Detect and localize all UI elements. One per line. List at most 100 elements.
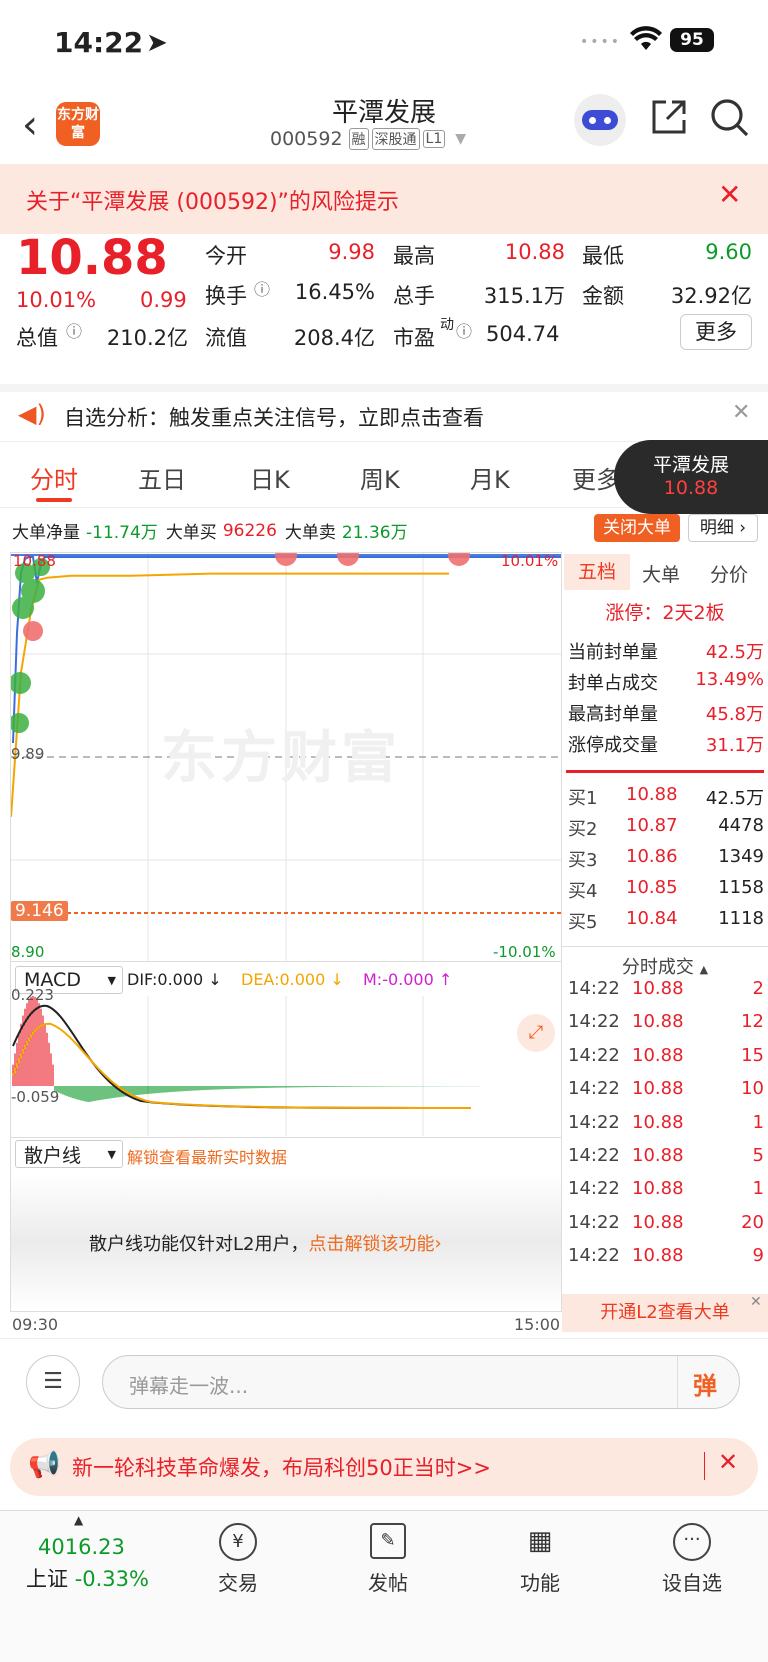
bottom-tab-bar: ▲ 4016.23 上证 -0.33% ¥ 交易 ✎ 发帖 ▦ 功能 ··· 设… (0, 1510, 768, 1662)
danmaku-button[interactable]: 弹 (693, 1366, 717, 1401)
expand-icon[interactable]: ⤢ (517, 1014, 555, 1052)
macd-panel[interactable]: MACD ▼ DIF:0.000 ↓ DEA:0.000 ↓ M:-0.000 ↑… (10, 962, 562, 1138)
risk-banner[interactable]: 关于“平潭发展 (000592)”的风险提示 ✕ (0, 164, 768, 234)
tab-intraday[interactable]: 分时 (30, 460, 78, 495)
tab-more[interactable]: 更多 (572, 460, 620, 495)
stat-value: 13.49% (695, 669, 764, 690)
limit-stat-row: 封单占成交 13.49% (568, 669, 764, 695)
open-label: 今开 (205, 244, 247, 268)
close-icon[interactable]: ✕ (718, 1448, 738, 1476)
close-icon[interactable]: ✕ (718, 178, 741, 211)
tab-price-dist[interactable]: 分价 (710, 560, 748, 587)
unlock-link[interactable]: 点击解锁该功能 (308, 1230, 434, 1256)
stock-code-row[interactable]: 000592 融 深股通 L1 ▼ (270, 128, 466, 150)
bid-row[interactable]: 买3 10.86 1349 (568, 846, 764, 872)
chevron-up-icon: ▲ (699, 963, 709, 976)
tick-volume: 15 (741, 1044, 764, 1066)
pe-value: 504.74 (486, 322, 560, 346)
intraday-chart[interactable]: 10.88 10.01% 9.89 9.146 8.90 -10.01% 东方财… (10, 552, 562, 962)
dea-value: DEA:0.000 ↓ (241, 970, 344, 989)
tag-level: L1 (422, 130, 446, 148)
low-value: 9.60 (705, 240, 752, 264)
tab-big-orders[interactable]: 大单 (642, 560, 680, 587)
bid-row[interactable]: 买1 10.88 42.5万 (568, 784, 764, 810)
nav-function-label: 功能 (520, 1571, 560, 1595)
bid-row[interactable]: 买4 10.85 1158 (568, 877, 764, 903)
quote-panel: 10.88 10.01% 0.99 今开 9.98 最高 10.88 最低 9.… (0, 230, 768, 384)
share-icon[interactable] (650, 98, 688, 140)
tab-weekly-k[interactable]: 周K (360, 460, 400, 495)
danmaku-input[interactable]: 弹幕走一波... 弹 (102, 1355, 740, 1409)
change-percent: 10.01% (16, 288, 97, 312)
stat-label: 封单占成交 (568, 673, 658, 694)
ticks-title[interactable]: 分时成交 ▲ (562, 946, 768, 979)
tick-volume: 12 (741, 1011, 764, 1033)
chart-bottom-pct: -10.01% (493, 943, 556, 961)
nav-function[interactable]: ▦ 功能 (480, 1523, 600, 1596)
tick-price: 10.88 (632, 1145, 684, 1166)
chart-top-pct: 10.01% (501, 552, 559, 570)
tick-row: 14:22 10.88 10 (568, 1078, 764, 1099)
change-amount: 0.99 (140, 288, 187, 312)
float-name: 平潭发展 (652, 454, 729, 476)
nav-post[interactable]: ✎ 发帖 (328, 1523, 448, 1596)
bid-volume: 4478 (718, 815, 764, 836)
tick-row: 14:22 10.88 1 (568, 1178, 764, 1199)
status-time: 14:22 (54, 26, 144, 59)
tab-five-levels[interactable]: 五档 (564, 554, 630, 590)
stat-value: 42.5万 (705, 642, 764, 663)
tick-price: 10.88 (632, 978, 684, 999)
detail-button[interactable]: 明细 › (688, 514, 758, 542)
floating-stock-tag[interactable]: 平潭发展 10.88 (614, 440, 768, 514)
ai-signal-bar[interactable]: ◀) 自选分析：触发重点关注信号，立即点击查看 ✕ (0, 384, 768, 442)
stat-label: 最高封单量 (568, 704, 658, 725)
nav-trade-label: 交易 (218, 1571, 258, 1595)
info-icon[interactable]: ⓘ (66, 318, 82, 342)
mcap-label: 总值 (16, 326, 58, 350)
index-box[interactable]: 4016.23 上证 -0.33% (26, 1535, 149, 1593)
divider (566, 770, 764, 773)
index-pct: -0.33% (74, 1567, 149, 1591)
location-icon: ➤ (146, 28, 168, 58)
close-icon[interactable]: ✕ (732, 400, 750, 425)
l2-upgrade-banner[interactable]: 开通L2查看大单 (562, 1294, 768, 1332)
robot-assistant-icon[interactable] (574, 94, 626, 146)
stat-value: 45.8万 (705, 704, 764, 725)
tick-price: 10.88 (632, 1044, 684, 1066)
comment-settings-icon[interactable]: ☰ (26, 1355, 80, 1409)
tab-5day[interactable]: 五日 (138, 460, 186, 495)
tick-price: 10.88 (632, 1011, 684, 1033)
bid-volume: 1349 (718, 846, 764, 867)
bid-row[interactable]: 买2 10.87 4478 (568, 815, 764, 841)
tick-time: 14:22 (568, 1145, 620, 1166)
close-icon[interactable]: ✕ (750, 1294, 762, 1310)
tick-volume: 1 (752, 1111, 764, 1133)
tick-row: 14:22 10.88 15 (568, 1045, 764, 1066)
bid-level: 买3 (568, 850, 598, 871)
bid-row[interactable]: 买5 10.84 1118 (568, 908, 764, 934)
edit-icon: ✎ (370, 1523, 406, 1559)
tick-time: 14:22 (568, 1178, 620, 1200)
tab-monthly-k[interactable]: 月K (470, 460, 510, 495)
tick-time: 14:22 (568, 1211, 620, 1233)
chevron-up-icon[interactable]: ▲ (74, 1513, 83, 1527)
tab-underline (36, 498, 72, 502)
close-big-order-button[interactable]: 关闭大单 (594, 514, 680, 542)
pe-dynamic-mark: 动 (440, 317, 454, 333)
more-button[interactable]: 更多 (680, 314, 752, 350)
detail-label: 明细 (699, 518, 734, 538)
tick-time: 14:22 (568, 1044, 620, 1066)
info-icon[interactable]: ⓘ (254, 276, 270, 300)
promo-banner[interactable]: 📢 新一轮科技革命爆发，布局科创50正当时>> ✕ (10, 1438, 758, 1496)
float-price: 10.88 (663, 477, 719, 499)
tab-daily-k[interactable]: 日K (250, 460, 290, 495)
search-icon[interactable] (710, 98, 750, 142)
retail-select[interactable]: 散户线 ▼ (15, 1140, 123, 1168)
nav-add-watchlist[interactable]: ··· 设自选 (632, 1523, 752, 1596)
info-icon[interactable]: ⓘ (456, 318, 472, 342)
risk-text: 关于“平潭发展 (000592)”的风险提示 (26, 190, 399, 215)
buy-label: 大单买 (165, 523, 217, 543)
unlock-text[interactable]: 解锁查看最新实时数据 (127, 1144, 287, 1168)
nav-trade[interactable]: ¥ 交易 (178, 1523, 298, 1596)
limit-stat-row: 涨停成交量 31.1万 (568, 731, 764, 757)
